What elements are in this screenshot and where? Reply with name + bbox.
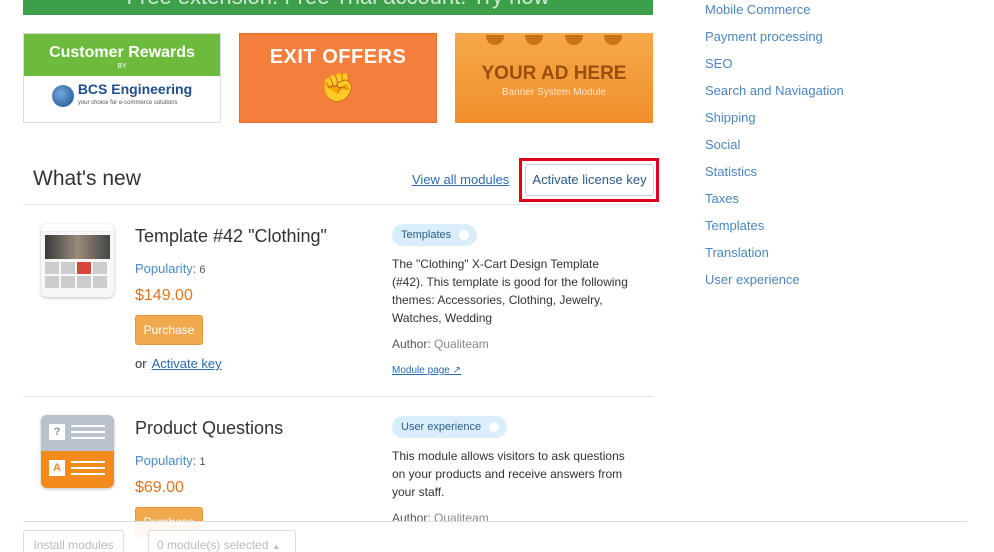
rewards-by: BY [117, 63, 127, 70]
category-social[interactable]: Social [705, 137, 844, 164]
question-icon: ? [49, 424, 65, 440]
install-modules-button[interactable]: Install modules [23, 530, 124, 552]
module-description: This module allows visitors to ask quest… [392, 449, 625, 499]
product-questions-thumbnail[interactable]: ? A [41, 415, 114, 488]
lamp-icon [485, 35, 504, 45]
module-name: Template #42 "Clothing" [135, 226, 327, 246]
category-statistics[interactable]: Statistics [705, 164, 844, 191]
bcs-tagline: your choice for e-commerce solutions [77, 100, 178, 106]
activate-license-key-button[interactable]: Activate license key [525, 164, 654, 196]
caret-up-icon: ▲ [272, 542, 281, 551]
category-search-navigation[interactable]: Search and Naviagation [705, 83, 844, 110]
category-shipping[interactable]: Shipping [705, 110, 844, 137]
module-name: Product Questions [135, 418, 284, 438]
popularity-label: Popularity: [135, 261, 197, 276]
category-translation[interactable]: Translation [705, 245, 844, 272]
rewards-title: Customer Rewards [49, 44, 195, 61]
module-price: $69.00 [135, 479, 184, 496]
bcs-logo: BCS Engineering your choice for e-commer… [24, 82, 220, 110]
module-author: Author: Qualiteam [392, 337, 489, 351]
or-text: or [135, 356, 147, 371]
category-mobile-commerce[interactable]: Mobile Commerce [705, 2, 844, 29]
divider [23, 204, 653, 205]
selected-modules-dropdown[interactable]: 0 module(s) selected ▲ [148, 530, 296, 552]
category-templates[interactable]: Templates [705, 218, 844, 245]
divider [23, 396, 653, 397]
lamp-icon [604, 35, 623, 45]
tag-templates[interactable]: Templates [392, 224, 478, 246]
free-trial-banner[interactable]: Free extension. Free Trial account. Try … [23, 0, 653, 15]
module-description: The "Clothing" X-Cart Design Template (#… [392, 257, 628, 325]
popularity-value: 1 [199, 456, 206, 468]
category-seo[interactable]: SEO [705, 56, 844, 83]
popularity: Popularity: 1 [135, 453, 206, 468]
lamp-icon [525, 35, 544, 45]
module-price: $149.00 [135, 287, 193, 304]
module-page-label: Module page [392, 365, 450, 376]
author-label: Author: [392, 337, 431, 351]
whats-new-title: What's new [33, 167, 141, 190]
lamps [455, 33, 653, 45]
category-user-experience[interactable]: User experience [705, 272, 844, 299]
lamp-icon [564, 35, 583, 45]
selected-count: 0 module(s) selected [157, 538, 269, 552]
activate-key-link[interactable]: Activate key [152, 356, 222, 371]
your-ad-here-ad[interactable]: YOUR AD HERE Banner System Module [455, 33, 653, 123]
category-payment-processing[interactable]: Payment processing [705, 29, 844, 56]
view-all-modules-link[interactable]: View all modules [412, 172, 509, 187]
fist-icon: ✊ [320, 72, 356, 103]
rewards-header: Customer Rewards BY [24, 34, 220, 76]
popularity: Popularity: 6 [135, 261, 206, 276]
globe-icon [51, 85, 74, 107]
popularity-label: Popularity: [135, 453, 197, 468]
tag-user-experience[interactable]: User experience [392, 416, 508, 438]
customer-rewards-ad[interactable]: Customer Rewards BY BCS Engineering your… [23, 33, 221, 123]
your-ad-subtitle: Banner System Module [502, 87, 606, 98]
external-link-icon: ↗ [452, 365, 461, 376]
bcs-company: BCS Engineering [77, 81, 193, 97]
answer-icon: A [49, 460, 65, 476]
template-clothing-thumbnail[interactable] [41, 224, 114, 297]
author-name: Qualiteam [434, 337, 489, 351]
or-activate-line: or Activate key [135, 356, 222, 371]
module-page-link[interactable]: Module page ↗ [392, 365, 461, 376]
exit-offers-title: EXIT OFFERS [269, 46, 407, 68]
popularity-value: 6 [199, 264, 206, 276]
exit-offers-ad[interactable]: EXIT OFFERS ✊ [239, 33, 437, 123]
purchase-button[interactable]: Purchase [135, 315, 203, 345]
category-taxes[interactable]: Taxes [705, 191, 844, 218]
category-list: Mobile Commerce Payment processing SEO S… [705, 2, 844, 299]
your-ad-title: YOUR AD HERE [481, 63, 627, 84]
divider [23, 521, 967, 522]
